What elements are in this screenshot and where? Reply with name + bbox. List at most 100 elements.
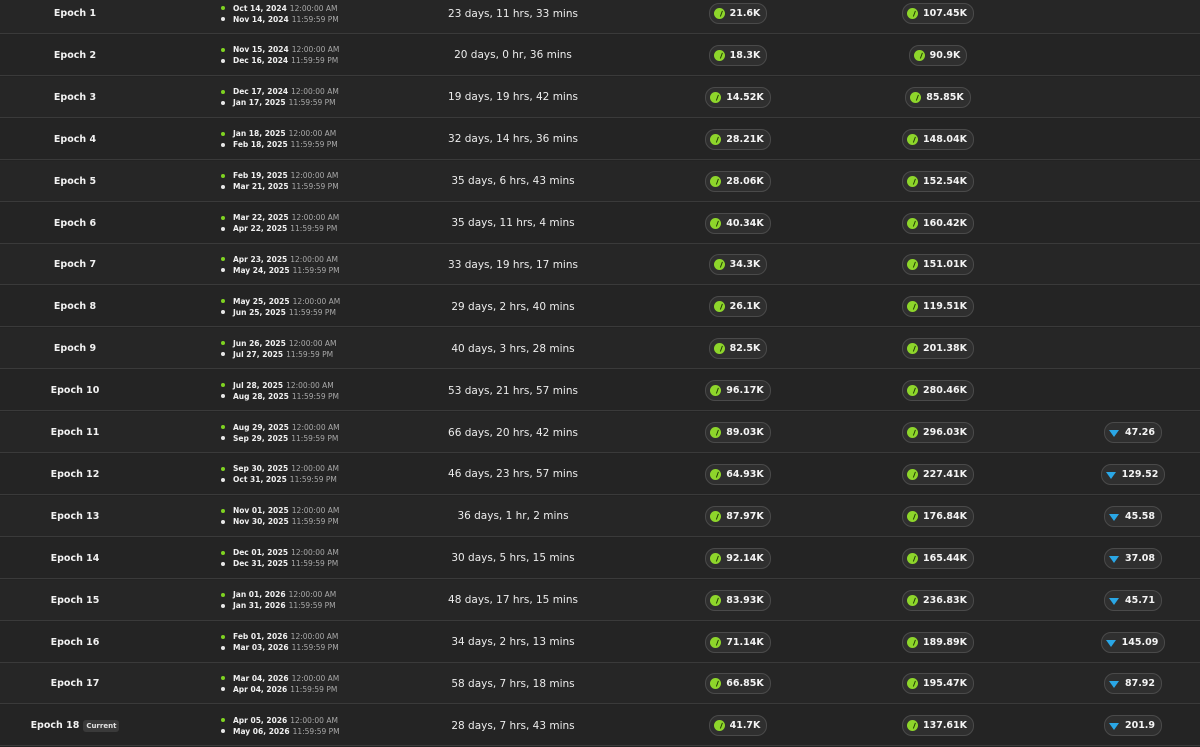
value2-text: 227.41K <box>922 468 968 480</box>
coin-icon <box>710 468 722 480</box>
date-range: Dec 17, 2024 12:00:00 AM Jan 17, 2025 11:59… <box>221 77 371 118</box>
value2-text: 107.45K <box>922 8 968 19</box>
value1-pill: 18.3K <box>708 44 768 66</box>
date-range: Jul 28, 2025 12:00:00 AM Aug 28, 2025 11:59… <box>221 370 371 411</box>
coin-icon <box>710 636 722 648</box>
start-date: Jul 28, 2025 <box>233 380 284 390</box>
coin-icon <box>906 259 918 271</box>
duration-text: 35 days, 11 hrs, 4 mins <box>451 217 575 229</box>
table-row[interactable]: Epoch 2 Nov 15, 2024 12:00:00 AM Dec 16, 20… <box>0 34 1200 76</box>
start-date: Mar 22, 2025 <box>233 213 289 222</box>
value3-cell: 87.92 <box>1083 663 1183 704</box>
table-row[interactable]: Epoch 16 Feb 01, 2026 12:00:00 AM Mar 03, 2… <box>0 621 1200 663</box>
start-dot-icon <box>221 341 225 346</box>
start-dot-icon <box>221 89 225 94</box>
value3-text: 37.08 <box>1124 552 1156 564</box>
value2-pill: 152.54K <box>901 170 975 192</box>
duration-cell: 32 days, 14 hrs, 36 mins <box>413 119 613 160</box>
epoch-label: Epoch 7 <box>53 259 97 271</box>
epoch-cell: Epoch 13 <box>0 496 150 537</box>
value3-cell: 201.9 <box>1083 705 1183 746</box>
value2-cell: 107.45K <box>888 0 988 34</box>
end-dot-icon <box>221 436 225 440</box>
value3-cell: 45.71 <box>1083 580 1183 621</box>
coin-icon <box>713 343 725 355</box>
end-time: 11:59:59 PM <box>291 559 339 569</box>
value2-text: 119.51K <box>922 301 968 313</box>
coin-icon <box>713 259 725 271</box>
value1-text: 87.97K <box>726 510 764 522</box>
table-row[interactable]: Epoch 1 Oct 14, 2024 12:00:00 AM Nov 14, 20… <box>0 0 1200 34</box>
value3-cell: 145.09 <box>1083 622 1183 663</box>
end-dot-icon <box>221 561 225 566</box>
value2-text: 90.9K <box>929 49 961 61</box>
value2-pill: 195.47K <box>901 673 975 695</box>
coin-icon <box>713 8 725 19</box>
duration-cell: 53 days, 21 hrs, 57 mins <box>413 370 613 411</box>
value1-cell: 21.6K <box>688 0 788 34</box>
start-time: 12:00:00 AM <box>291 506 340 516</box>
value1-pill: 64.93K <box>705 463 771 485</box>
value2-cell: 296.03K <box>888 412 988 453</box>
table-row[interactable]: Epoch 14 Dec 01, 2025 12:00:00 AM Dec 31, 2… <box>0 537 1200 579</box>
value1-cell: 71.14K <box>688 622 788 663</box>
value2-pill: 296.03K <box>901 422 975 443</box>
table-row[interactable]: Epoch 12 Sep 30, 2025 12:00:00 AM Oct 31, 2… <box>0 453 1200 495</box>
value1-pill: 26.1K <box>708 296 768 318</box>
end-date-line: May 06, 2026 11:59:59 PM <box>221 727 340 736</box>
start-dot-icon <box>221 299 225 304</box>
value2-pill: 148.04K <box>901 128 975 150</box>
start-dot-icon <box>221 6 225 10</box>
coin-icon <box>906 133 918 145</box>
table-row[interactable]: Epoch 3 Dec 17, 2024 12:00:00 AM Jan 17, 20… <box>0 76 1200 118</box>
table-row[interactable]: Epoch 18 Current Apr 05, 2026 12:00:00 AM Ma… <box>0 705 1200 747</box>
start-date: Aug 29, 2025 <box>233 422 289 432</box>
date-range: Jan 01, 2026 12:00:00 AM Jan 31, 2026 11:59… <box>221 580 371 621</box>
table-row[interactable]: Epoch 17 Mar 04, 2026 12:00:00 AM Apr 04, 2… <box>0 663 1200 705</box>
value3-text: 47.26 <box>1124 427 1156 438</box>
table-row[interactable]: Epoch 11 Aug 29, 2025 12:00:00 AM Sep 29, 2… <box>0 412 1200 453</box>
value1-text: 34.3K <box>729 259 761 271</box>
epoch-cell: Epoch 11 <box>0 412 150 453</box>
duration-text: 33 days, 19 hrs, 17 mins <box>448 258 578 271</box>
value3-cell: 47.26 <box>1083 412 1183 453</box>
table-row[interactable]: Epoch 9 Jun 26, 2025 12:00:00 AM Jul 27, 20… <box>0 328 1200 370</box>
value3-pill: 201.9 <box>1103 715 1163 737</box>
epoch-label: Epoch 11 <box>50 427 100 438</box>
value1-pill: 28.21K <box>705 128 771 150</box>
coin-icon <box>913 49 925 61</box>
value2-text: 151.01K <box>922 259 968 271</box>
table-row[interactable]: Epoch 15 Jan 01, 2026 12:00:00 AM Jan 31, 2… <box>0 579 1200 621</box>
table-row[interactable]: Epoch 4 Jan 18, 2025 12:00:00 AM Feb 18, 20… <box>0 118 1200 160</box>
value1-cell: 64.93K <box>688 454 788 495</box>
coin-icon <box>906 427 918 438</box>
value1-text: 96.17K <box>726 385 764 397</box>
table-row[interactable]: Epoch 5 Feb 19, 2025 12:00:00 AM Mar 21, 20… <box>0 160 1200 202</box>
table-row[interactable]: Epoch 6 Mar 22, 2025 12:00:00 AM Apr 22, 20… <box>0 202 1200 244</box>
value2-pill: 119.51K <box>901 296 975 318</box>
end-date-line: Dec 16, 2024 11:59:59 PM <box>221 56 338 65</box>
epoch-label: Epoch 2 <box>53 49 97 61</box>
table-row[interactable]: Epoch 8 May 25, 2025 12:00:00 AM Jun 25, 20… <box>0 286 1200 328</box>
value2-cell: 85.85K <box>888 77 988 118</box>
duration-text: 29 days, 2 hrs, 40 mins <box>451 300 575 313</box>
end-time: 11:59:59 PM <box>291 643 339 652</box>
value1-cell: 18.3K <box>688 35 788 76</box>
value3-pill: 47.26 <box>1103 422 1163 443</box>
end-date-line: Jan 31, 2026 11:59:59 PM <box>221 601 336 610</box>
end-date-line: Apr 04, 2026 11:59:59 PM <box>221 685 337 694</box>
end-date: Sep 29, 2025 <box>233 433 289 443</box>
table-row[interactable]: Epoch 10 Jul 28, 2025 12:00:00 AM Aug 28, 2… <box>0 370 1200 412</box>
start-dot-icon <box>221 215 225 220</box>
epoch-cell: Epoch 17 <box>0 663 150 704</box>
date-range: Jun 26, 2025 12:00:00 AM Jul 27, 2025 11:59… <box>221 328 371 369</box>
duration-cell: 58 days, 7 hrs, 18 mins <box>413 663 613 704</box>
table-row[interactable]: Epoch 7 Apr 23, 2025 12:00:00 AM May 24, 20… <box>0 244 1200 286</box>
start-dot-icon <box>221 676 225 681</box>
start-time: 12:00:00 AM <box>289 3 338 13</box>
end-time: 11:59:59 PM <box>288 601 336 611</box>
value1-text: 40.34K <box>726 217 764 229</box>
start-date: Nov 15, 2024 <box>233 45 289 55</box>
table-row[interactable]: Epoch 13 Nov 01, 2025 12:00:00 AM Nov 30, 2… <box>0 495 1200 537</box>
diamond-icon <box>1108 513 1119 521</box>
